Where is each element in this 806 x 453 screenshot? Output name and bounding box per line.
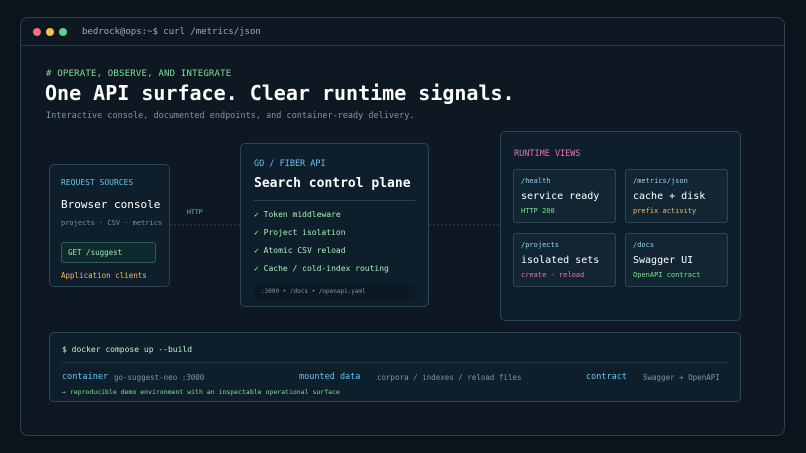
window-titlebar: bedrock@ops:~$ curl /metrics/json [21,18,784,46]
api-feature-item: ✓ Cache / cold-index routing [254,264,389,273]
docker-divider [62,362,728,363]
hero-kicker: # OPERATE, OBSERVE, AND INTEGRATE [46,69,232,79]
http-connector-label: HTTP [187,208,203,216]
api-feature-item: ✓ Token middleware [254,210,341,219]
request-sources-header: REQUEST SOURCES [61,178,134,187]
docker-item-key: mounted data [299,372,361,382]
docker-item-key: container [62,372,109,382]
runtime-views-card: RUNTIME VIEWS /health service ready HTTP… [500,131,741,321]
runtime-tile-projects[interactable]: /projects isolated sets create - reload [513,233,616,287]
window-title: bedrock@ops:~$ curl /metrics/json [82,26,261,37]
api-divider [254,200,415,201]
tile-status: prefix activity [633,207,697,215]
tile-path: /projects [521,241,559,249]
docker-note: → reproducible demo environment with an … [62,388,340,396]
tile-path: /metrics/json [633,177,688,185]
request-sources-card: REQUEST SOURCES Browser console projects… [49,164,170,287]
api-feature-list: ✓ Token middleware ✓ Project isolation ✓… [254,210,389,282]
tile-status: HTTP 200 [521,207,555,215]
runtime-tile-metrics[interactable]: /metrics/json cache + disk prefix activi… [625,169,728,223]
runtime-tile-health[interactable]: /health service ready HTTP 200 [513,169,616,223]
tile-path: /health [521,177,551,185]
tile-title: Swagger UI [633,255,694,266]
request-source-meta: projects · CSV · metrics [61,219,163,227]
hero-subline: Interactive console, documented endpoint… [46,111,415,121]
api-feature-item: ✓ Atomic CSV reload [254,246,346,255]
runtime-views-header: RUNTIME VIEWS [514,149,581,159]
runtime-tile-docs[interactable]: /docs Swagger UI OpenAPI contract [625,233,728,287]
docker-item-value: go-suggest-neo :3000 [114,373,205,382]
request-source-name: Browser console [61,198,161,211]
api-feature-item: ✓ Project isolation [254,228,346,237]
tile-path: /docs [633,241,655,249]
tile-status: create - reload [521,271,585,279]
maximize-window-icon[interactable] [59,27,67,36]
terminal-window: bedrock@ops:~$ curl /metrics/json # OPER… [20,17,785,436]
docker-compose-panel: $ docker compose up --build container go… [49,332,741,402]
api-name: Search control plane [254,176,411,191]
suggest-endpoint-box[interactable]: GET /suggest [61,242,156,263]
docker-command[interactable]: $ docker compose up --build [62,345,192,354]
close-window-icon[interactable] [33,27,41,36]
hero-headline: One API surface. Clear runtime signals. [45,81,515,105]
api-card: GO / FIBER API Search control plane ✓ To… [240,143,429,307]
minimize-window-icon[interactable] [46,27,54,36]
docker-item-value: corpora / indexes / reload files [377,373,522,382]
tile-status: OpenAPI contract [633,271,701,279]
tile-title: service ready [521,191,600,202]
tile-title: cache + disk [633,191,706,202]
docker-item-value: Swagger + OpenAPI [643,373,720,382]
docker-item-key: contract [586,372,627,382]
api-header: GO / FIBER API [254,159,326,169]
application-clients-label: Application clients [61,271,147,280]
tile-title: isolated sets [521,255,600,266]
api-footer: :3000 • /docs • /openapi.yaml [254,285,415,299]
